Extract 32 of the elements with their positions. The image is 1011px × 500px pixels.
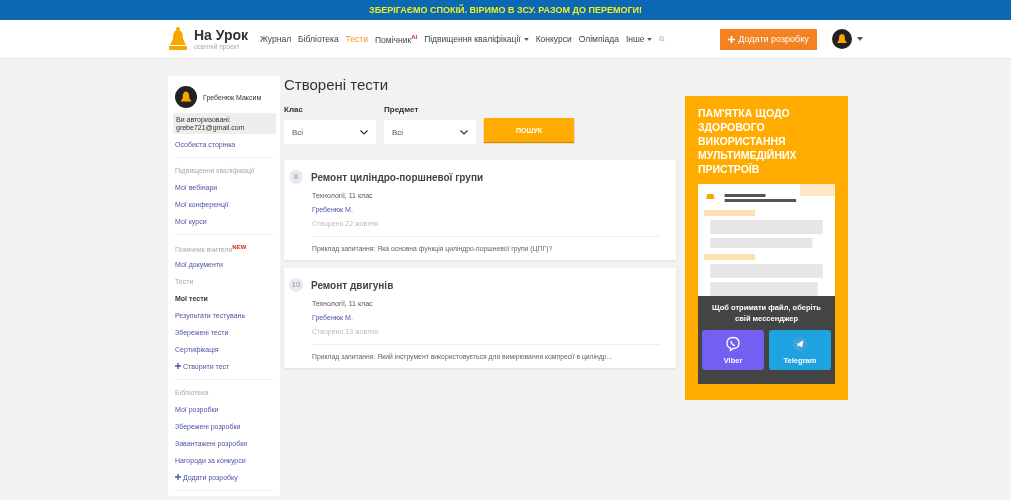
nav-link[interactable]: Олімпіада (578, 34, 619, 44)
caret-icon[interactable] (647, 38, 653, 42)
chevron-down-icon (360, 129, 368, 135)
banner: ЗБЕРІГАЄМО СПОКІЙ. ВІРИМО В ЗСУ. РАЗОМ ДО ПЕРЕМОГИ! (0, 0, 1011, 20)
plus-icon (728, 35, 736, 43)
paper-plane-icon (792, 335, 808, 352)
phone-bubble-icon (725, 335, 741, 352)
avatar-icon[interactable] (832, 29, 853, 49)
filter-label: Клас (284, 105, 304, 114)
nav-link[interactable]: Підвищення кваліфікації (424, 34, 529, 44)
page-title: Створені тести (284, 76, 390, 95)
nav-link[interactable]: Журнал (260, 34, 292, 44)
test-title[interactable]: Ремонт двигунів (311, 279, 394, 291)
nav-link[interactable]: Конкурси (535, 34, 572, 44)
question-count: 10 (289, 278, 303, 292)
nav-link[interactable]: Бібліотека (298, 34, 339, 44)
avatar-icon (175, 86, 197, 108)
select-field[interactable]: Всі (284, 120, 376, 144)
nav-link[interactable]: Помічник$^{AI}$ (374, 33, 418, 45)
promo-title: ПАМ'ЯТКА ЩОДО ЗДОРОВОГО ВИКОРИСТАННЯ МУЛЬТИМЕДІЙНИХ ПРИСТРОЇВ (698, 106, 798, 176)
select-field[interactable]: Всі (384, 120, 476, 144)
plus-icon (175, 474, 181, 480)
chevron-down-icon (460, 129, 468, 135)
logo-name[interactable]: На Урок (194, 28, 249, 43)
bell-logo-icon (168, 26, 188, 52)
question-count: 8 (289, 170, 303, 184)
test-title[interactable]: Ремонт циліндро-поршневої групи (311, 171, 484, 183)
caret-icon[interactable] (857, 37, 864, 41)
caret-icon[interactable] (523, 38, 529, 42)
plus-icon (175, 363, 181, 369)
filter-label: Предмет (384, 105, 420, 114)
nav-link[interactable]: Інше (625, 34, 653, 44)
